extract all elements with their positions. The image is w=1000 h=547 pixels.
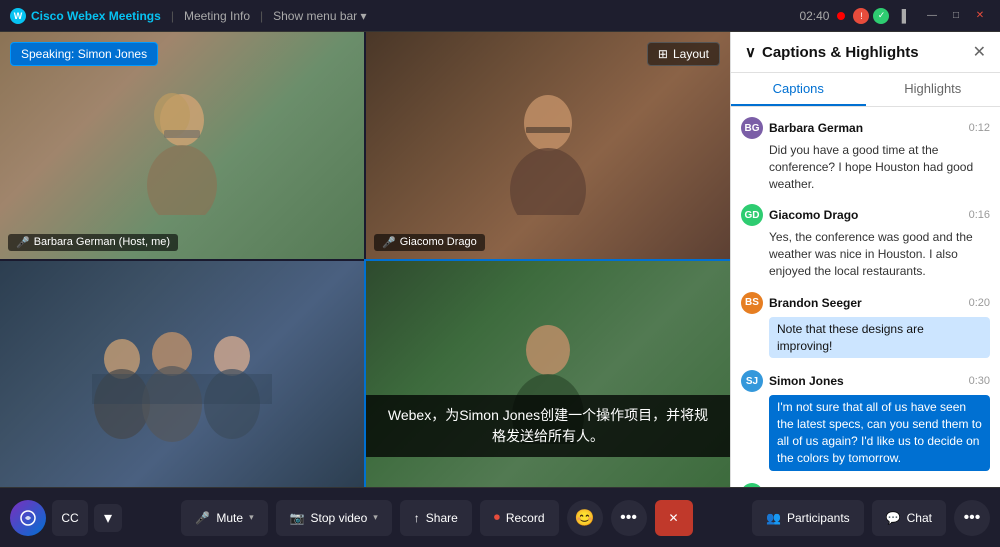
meeting-info-link[interactable]: Meeting Info: [184, 9, 250, 23]
sep1: |: [171, 9, 174, 23]
participant-label-giacomo: 🎤 Giacomo Drago: [374, 234, 485, 251]
toolbar-center: 🎤 Mute ▾ 📷 Stop video ▾ ↑ Share ⏺ Record…: [181, 500, 692, 536]
tab-highlights[interactable]: Highlights: [866, 73, 1000, 106]
share-icon: ↑: [414, 511, 420, 525]
main-content: Speaking: Simon Jones ⊞ Layout 🎤 Barbara…: [0, 32, 1000, 487]
minimize-button[interactable]: —: [922, 6, 942, 26]
wifi-icon: ▐: [897, 9, 906, 23]
captions-button[interactable]: CC: [52, 500, 88, 536]
window-controls: — □ ✕: [922, 6, 990, 26]
video-icon: 📷: [290, 511, 305, 525]
titlebar: W Cisco Webex Meetings | Meeting Info | …: [0, 0, 1000, 32]
record-icon: ⏺: [494, 510, 500, 525]
participant-label-barbara: 🎤 Barbara German (Host, me): [8, 234, 178, 251]
ai-icon: [19, 509, 37, 527]
more-options-icon: •••: [964, 509, 981, 527]
avatar-barbara: BG: [741, 117, 763, 139]
video-area: Speaking: Simon Jones ⊞ Layout 🎤 Barbara…: [0, 32, 730, 487]
ai-assistant-button[interactable]: [10, 500, 46, 536]
layout-button[interactable]: ⊞ Layout: [647, 42, 720, 66]
avatar-giacomo: GD: [741, 204, 763, 226]
message-simon: SJ Simon Jones 0:30 I'm not sure that al…: [741, 370, 990, 470]
tab-captions[interactable]: Captions: [731, 73, 866, 106]
msg-sender-barbara: BG Barbara German: [741, 117, 863, 139]
panel-chevron: ∨: [745, 43, 756, 61]
person-svg-p3: [92, 304, 272, 444]
msg-sender-simon: SJ Simon Jones: [741, 370, 844, 392]
status-icons: ! ✓: [853, 8, 889, 24]
more-icon: •••: [620, 509, 637, 527]
caption-overlay: Webex，为Simon Jones创建一个操作项目，并将规格发送给所有人。: [366, 395, 730, 457]
app-logo: W Cisco Webex Meetings: [10, 8, 161, 24]
msg-text-giacomo-1: Yes, the conference was good and the wea…: [741, 229, 990, 279]
msg-text-barbara: Did you have a good time at the conferen…: [741, 142, 990, 192]
layout-icon: ⊞: [658, 47, 668, 61]
captions-arrow-button[interactable]: ▾: [94, 504, 122, 532]
chat-icon: 💬: [886, 511, 901, 525]
chat-button[interactable]: 💬 Chat: [872, 500, 946, 536]
person-svg-barbara: [132, 75, 232, 215]
messages-area: BG Barbara German 0:12 Did you have a go…: [731, 107, 1000, 487]
toolbar: CC ▾ 🎤 Mute ▾ 📷 Stop video ▾ ↑ Share ⏺ R…: [0, 487, 1000, 547]
emoji-button[interactable]: 😊: [567, 500, 603, 536]
recording-indicator: [837, 12, 845, 20]
mic-icon-giacomo: 🎤: [382, 236, 396, 249]
avatar-simon: SJ: [741, 370, 763, 392]
participants-button[interactable]: 👥 Participants: [752, 500, 864, 536]
panel-tabs: Captions Highlights: [731, 73, 1000, 107]
msg-header-brandon: BS Brandon Seeger 0:20: [741, 292, 990, 314]
video-arrow: ▾: [373, 512, 378, 523]
share-button[interactable]: ↑ Share: [400, 500, 472, 536]
message-giacomo-1: GD Giacomo Drago 0:16 Yes, the conferenc…: [741, 204, 990, 279]
mute-arrow: ▾: [249, 512, 254, 523]
msg-header-simon: SJ Simon Jones 0:30: [741, 370, 990, 392]
msg-text-simon: I'm not sure that all of us have seen th…: [769, 395, 990, 470]
maximize-button[interactable]: □: [946, 6, 966, 26]
mute-button[interactable]: 🎤 Mute ▾: [181, 500, 267, 536]
chevron-down-icon: ▾: [104, 508, 112, 528]
video-cell-p3: [0, 261, 364, 488]
emoji-icon: 😊: [575, 508, 595, 528]
panel-close-button[interactable]: ✕: [973, 42, 986, 62]
record-button[interactable]: ⏺ Record: [480, 500, 559, 536]
status-icon-green: ✓: [873, 8, 889, 24]
show-menu-link[interactable]: Show menu bar ▾: [273, 9, 366, 23]
mic-icon-barbara: 🎤: [16, 236, 30, 249]
person-svg-giacomo: [498, 75, 598, 215]
sep2: |: [260, 9, 263, 23]
toolbar-right: 👥 Participants 💬 Chat •••: [752, 500, 990, 536]
msg-header-giacomo-1: GD Giacomo Drago 0:16: [741, 204, 990, 226]
status-icon-red: !: [853, 8, 869, 24]
end-meeting-button[interactable]: ✕: [655, 500, 693, 536]
titlebar-right: 02:40 ! ✓ ▐ — □ ✕: [799, 6, 990, 26]
chevron-down-icon: ▾: [361, 9, 367, 23]
cisco-icon: W: [10, 8, 26, 24]
msg-sender-brandon: BS Brandon Seeger: [741, 292, 862, 314]
panel-title: ∨ Captions & Highlights: [745, 43, 919, 61]
msg-sender-giacomo-1: GD Giacomo Drago: [741, 204, 858, 226]
right-panel: ∨ Captions & Highlights ✕ Captions Highl…: [730, 32, 1000, 487]
toolbar-left: CC ▾: [10, 500, 122, 536]
mic-icon: 🎤: [195, 511, 210, 525]
speaking-indicator: Speaking: Simon Jones: [10, 42, 158, 66]
participants-icon: 👥: [766, 511, 781, 525]
avatar-brandon: BS: [741, 292, 763, 314]
app-name: Cisco Webex Meetings: [31, 9, 161, 23]
more-options-button[interactable]: •••: [954, 500, 990, 536]
end-icon: ✕: [669, 511, 679, 525]
video-cell-p4: Webex，为Simon Jones创建一个操作项目，并将规格发送给所有人。: [366, 261, 730, 488]
more-button[interactable]: •••: [611, 500, 647, 536]
msg-text-brandon: Note that these designs are improving!: [769, 317, 990, 359]
captions-icon: CC: [61, 511, 78, 525]
msg-header-barbara: BG Barbara German 0:12: [741, 117, 990, 139]
video-grid: 🎤 Barbara German (Host, me) 🎤 Giacomo Dr…: [0, 32, 730, 487]
message-brandon: BS Brandon Seeger 0:20 Note that these d…: [741, 292, 990, 359]
stop-video-button[interactable]: 📷 Stop video ▾: [276, 500, 392, 536]
time-display: 02:40: [799, 9, 829, 23]
message-barbara: BG Barbara German 0:12 Did you have a go…: [741, 117, 990, 192]
panel-header: ∨ Captions & Highlights ✕: [731, 32, 1000, 73]
close-button[interactable]: ✕: [970, 6, 990, 26]
